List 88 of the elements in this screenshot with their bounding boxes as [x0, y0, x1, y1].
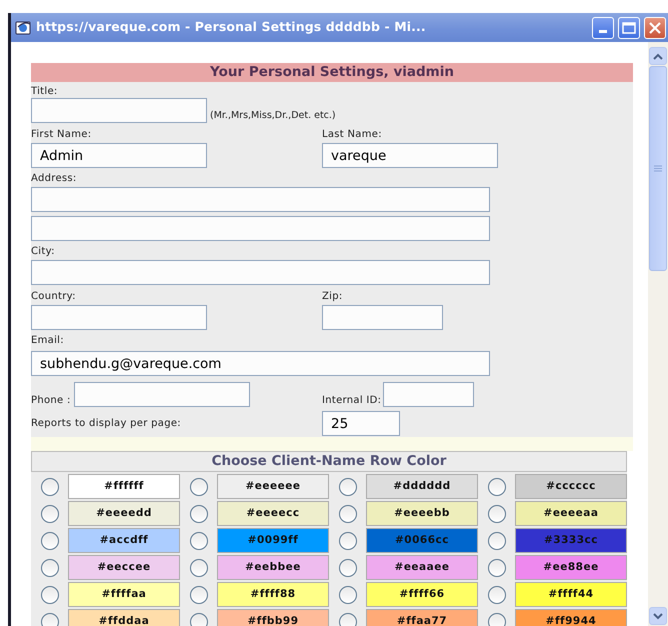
input-field[interactable]: vareque [322, 143, 498, 168]
color-swatch: #ffbb99 [217, 609, 329, 626]
field-label: Last Name: [322, 129, 383, 141]
input-field[interactable] [31, 260, 490, 285]
input-field[interactable]: Admin [31, 143, 207, 168]
radio-button[interactable] [190, 586, 208, 604]
close-button[interactable] [644, 16, 666, 38]
field-label: Address: [31, 173, 78, 185]
color-swatch: #ffff44 [515, 582, 627, 607]
radio-button[interactable] [339, 558, 357, 576]
color-swatch: #eebbee [217, 555, 329, 580]
color-swatch: #eeeeaa [515, 501, 627, 526]
radio-button[interactable] [339, 532, 357, 550]
color-swatch: #eeeeee [217, 474, 329, 499]
scrollbar[interactable] [648, 42, 668, 626]
section-heading: Choose Client-Name Row Color [31, 451, 627, 472]
input-field[interactable] [31, 98, 207, 123]
minimize-icon [599, 30, 607, 33]
radio-button[interactable] [488, 478, 506, 496]
color-swatch: #eeeecc [217, 501, 329, 526]
radio-button[interactable] [190, 504, 208, 522]
color-swatch: #ff9944 [515, 609, 627, 626]
radio-button[interactable] [41, 532, 59, 550]
color-swatch: #eeeebb [366, 501, 478, 526]
scroll-up-button[interactable] [649, 47, 667, 65]
minimize-button[interactable] [592, 16, 614, 38]
input-field[interactable]: 25 [322, 411, 400, 436]
color-swatch: #eeaaee [366, 555, 478, 580]
radio-button[interactable] [41, 558, 59, 576]
radio-button[interactable] [339, 478, 357, 496]
close-icon [649, 22, 661, 34]
radio-button[interactable] [41, 586, 59, 604]
radio-button[interactable] [41, 504, 59, 522]
radio-button[interactable] [339, 612, 357, 626]
input-field[interactable] [74, 382, 250, 407]
field-label: Reports to display per page: [31, 418, 181, 430]
input-field[interactable] [31, 305, 207, 330]
radio-button[interactable] [41, 478, 59, 496]
chevron-up-icon [653, 52, 663, 60]
radio-button[interactable] [190, 532, 208, 550]
radio-button[interactable] [190, 478, 208, 496]
input-field[interactable]: subhendu.g@vareque.com [31, 351, 490, 376]
radio-button[interactable] [488, 558, 506, 576]
color-swatch: #0099ff [217, 528, 329, 553]
field-label: Email: [31, 335, 65, 347]
color-swatch: #ffff66 [366, 582, 478, 607]
maximize-button[interactable] [618, 16, 640, 38]
color-swatch: #accdff [68, 528, 180, 553]
browser-icon [15, 19, 32, 36]
color-swatch: #3333cc [515, 528, 627, 553]
input-field[interactable] [383, 382, 474, 407]
color-swatch: #eeccee [68, 555, 180, 580]
radio-button[interactable] [488, 612, 506, 626]
scroll-down-button[interactable] [649, 607, 667, 625]
radio-button[interactable] [339, 586, 357, 604]
field-label: Zip: [322, 291, 344, 303]
color-swatch: #ffaa77 [366, 609, 478, 626]
color-swatch: #cccccc [515, 474, 627, 499]
chevron-down-icon [653, 612, 663, 620]
scroll-thumb[interactable] [649, 66, 667, 271]
color-swatch: #ffffff [68, 474, 180, 499]
radio-button[interactable] [339, 504, 357, 522]
input-field[interactable] [31, 216, 490, 241]
radio-button[interactable] [190, 612, 208, 626]
maximize-icon [622, 22, 636, 34]
color-swatch: #ffddaa [68, 609, 180, 626]
field-label: Title: [31, 86, 59, 98]
color-swatch: #eeeedd [68, 501, 180, 526]
radio-button[interactable] [488, 532, 506, 550]
hint-text: (Mr.,Mrs,Miss,Dr.,Det. etc.) [210, 108, 336, 123]
form-heading: Your Personal Settings, viadmin [31, 63, 633, 82]
color-swatch: #dddddd [366, 474, 478, 499]
color-swatch: #ffffaa [68, 582, 180, 607]
color-swatch: #0066cc [366, 528, 478, 553]
input-field[interactable] [322, 305, 443, 330]
color-swatch: #ee88ee [515, 555, 627, 580]
field-label: City: [31, 246, 56, 258]
field-label: Country: [31, 291, 77, 303]
radio-button[interactable] [41, 612, 59, 626]
field-label: First Name: [31, 129, 92, 141]
input-field[interactable] [31, 187, 490, 212]
field-label: Phone : [31, 395, 71, 407]
window-title: https://vareque.com - Personal Settings ddddbb - Mi... [36, 18, 427, 36]
radio-button[interactable] [488, 586, 506, 604]
field-label: Internal ID: [322, 395, 382, 407]
radio-button[interactable] [190, 558, 208, 576]
color-swatch: #ffff88 [217, 582, 329, 607]
radio-button[interactable] [488, 504, 506, 522]
